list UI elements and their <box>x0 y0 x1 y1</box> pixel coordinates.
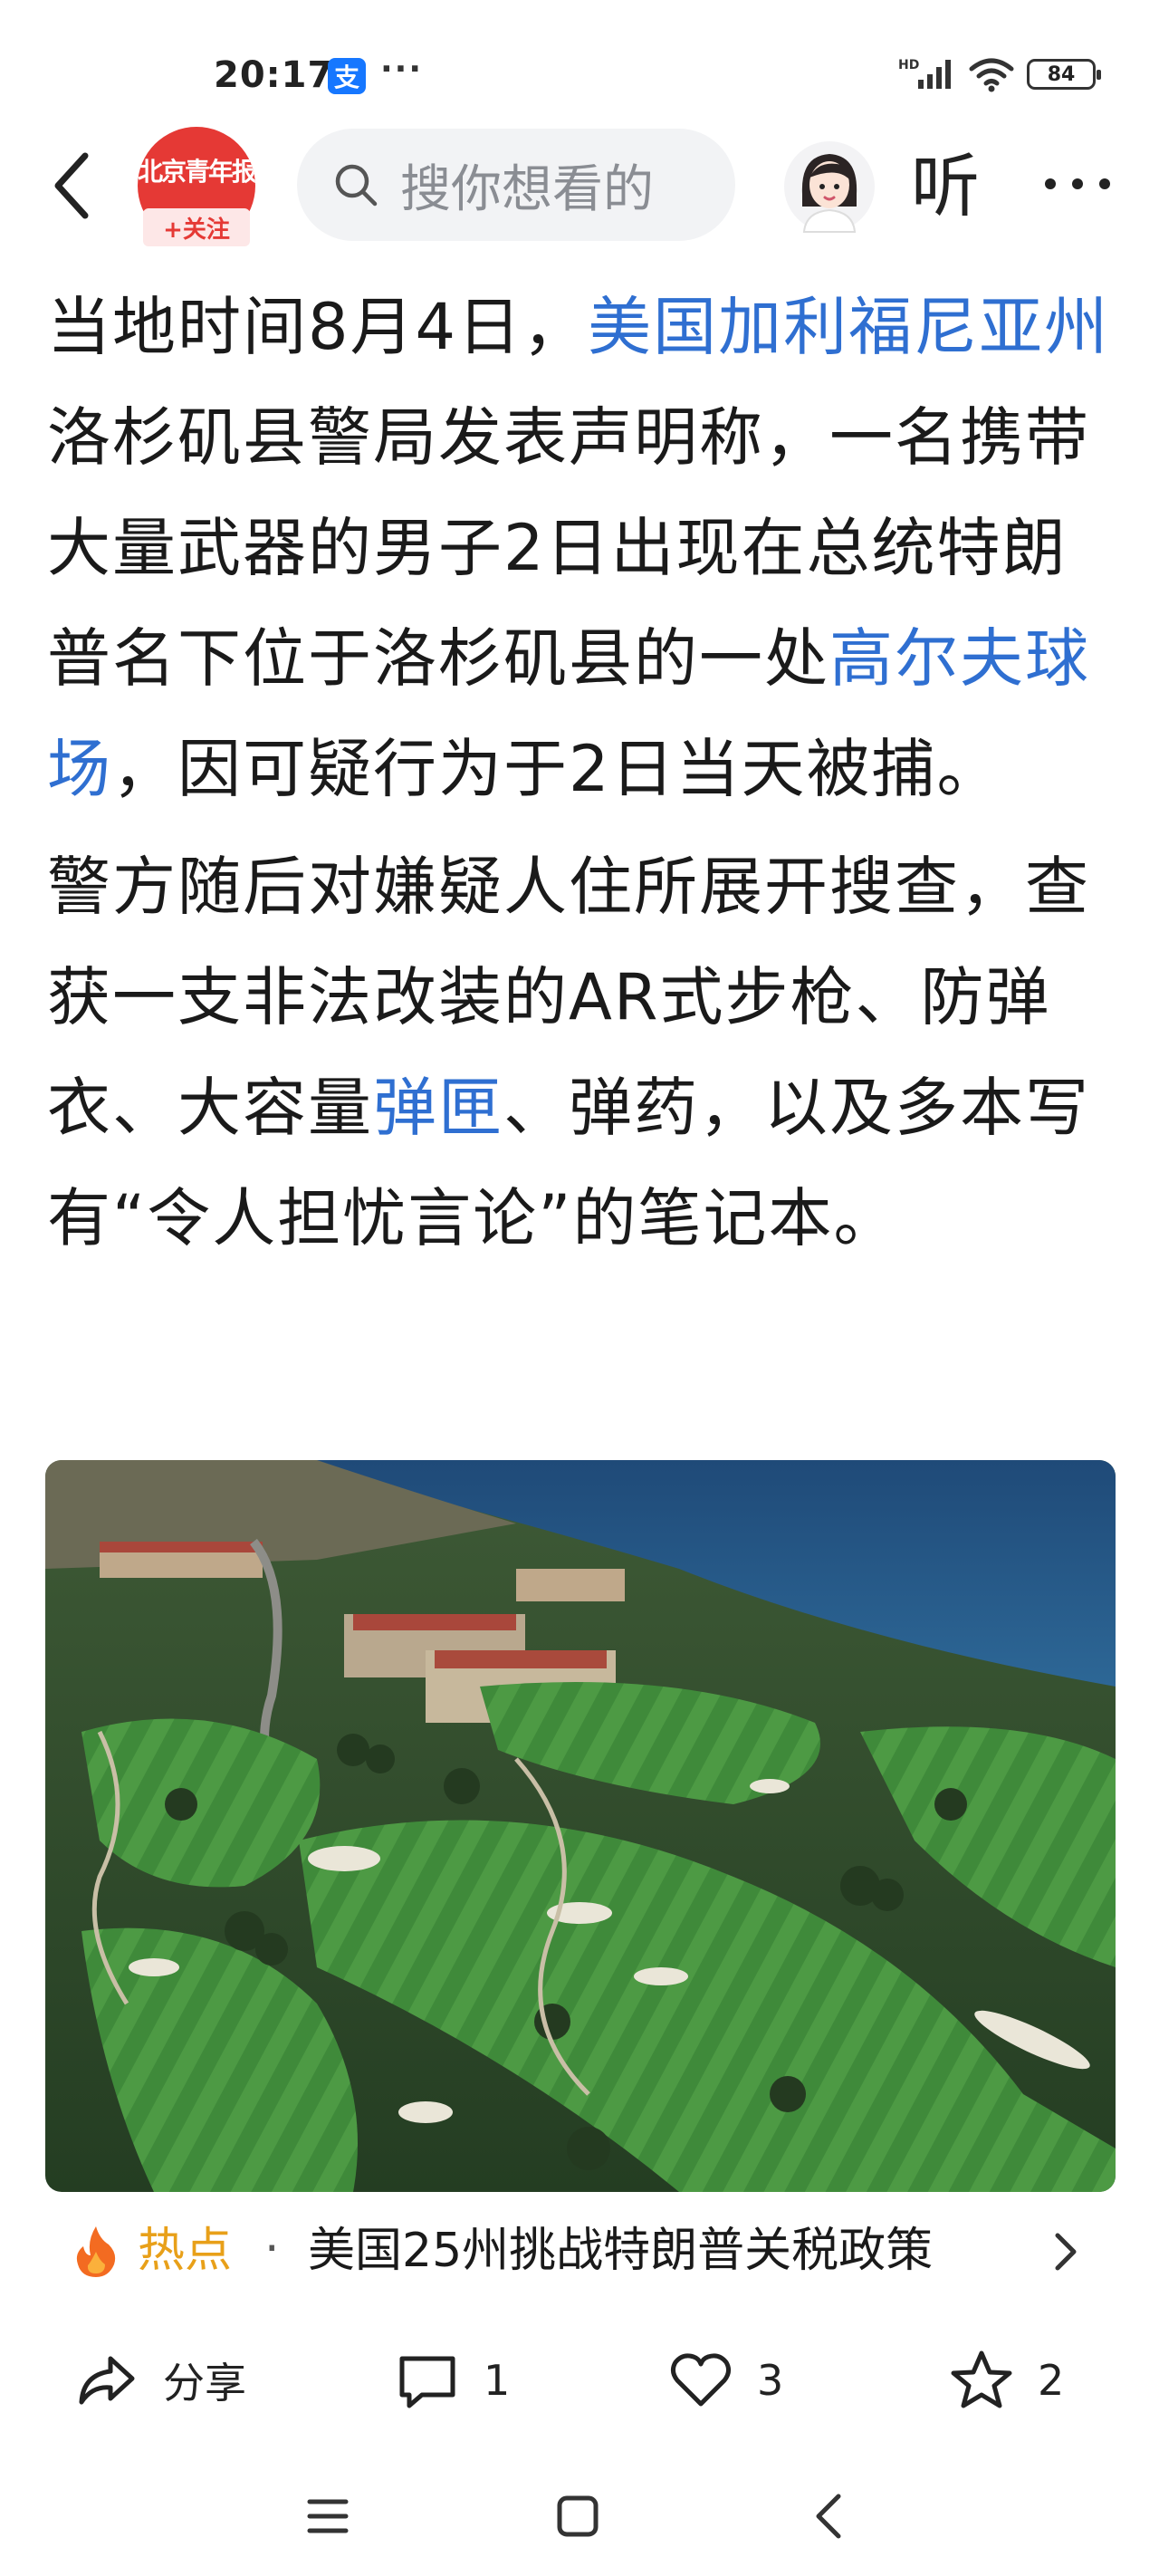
more-notifications-icon: ··· <box>380 51 424 88</box>
signal-icon: HD <box>898 58 951 89</box>
share-icon <box>79 2356 135 2405</box>
action-bar: 分享 1 3 2 <box>0 2331 1159 2431</box>
chevron-right-icon[interactable] <box>1050 2230 1081 2273</box>
listen-button[interactable]: 听 <box>911 139 980 234</box>
hot-topic-title[interactable]: 美国25州挑战特朗普关税政策 <box>308 2223 933 2279</box>
wifi-icon <box>969 58 1014 92</box>
heart-icon <box>670 2353 732 2407</box>
search-placeholder: 搜你想看的 <box>400 159 654 219</box>
back-icon[interactable] <box>43 145 107 226</box>
search-input[interactable]: 搜你想看的 <box>297 129 735 241</box>
like-count: 3 <box>757 2356 784 2405</box>
comment-icon <box>399 2356 455 2408</box>
article-paragraph-2: 警方随后对嫌疑人住所展开搜查，查获一支非法改装的AR式步枪、防弹衣、大容量弹匣、… <box>47 831 1116 1274</box>
menu-icon[interactable] <box>301 2489 355 2543</box>
favorite-button[interactable]: 2 <box>949 2344 1064 2417</box>
star-icon <box>951 2350 1012 2408</box>
share-label: 分享 <box>163 2359 246 2408</box>
hot-topic-bar[interactable]: 热点 · 美国25州挑战特朗普关税政策 <box>0 2201 1159 2301</box>
publisher-logo-text: 北京青年报 <box>138 157 255 187</box>
favorite-count: 2 <box>1038 2356 1065 2405</box>
article-paragraph-1: 当地时间8月4日，美国加利福尼亚州洛杉矶县警局发表声明称，一名携带大量武器的男子… <box>47 272 1116 824</box>
top-navigation: 北京青年报 +关注 搜你想看的 听 <box>0 118 1159 254</box>
user-avatar-icon[interactable] <box>782 139 876 234</box>
back-nav-icon[interactable] <box>804 2489 858 2543</box>
search-icon <box>335 164 378 207</box>
hot-topic-separator: · <box>264 2222 280 2276</box>
more-options-icon[interactable] <box>1039 170 1116 197</box>
text-segment: 当地时间8月4日， <box>47 290 589 364</box>
article-image-golf-course[interactable] <box>45 1460 1116 2192</box>
share-button[interactable]: 分享 <box>74 2344 246 2417</box>
comment-count: 1 <box>484 2356 511 2405</box>
status-bar: 20:17 支 ··· HD 84 <box>0 0 1159 136</box>
link-california[interactable]: 美国加利福尼亚州 <box>588 290 1109 364</box>
system-navigation-bar <box>0 2464 1159 2576</box>
status-icons: HD 84 <box>898 56 1101 92</box>
home-icon[interactable] <box>551 2489 605 2543</box>
comment-button[interactable]: 1 <box>395 2344 510 2417</box>
battery-indicator: 84 <box>1027 59 1101 90</box>
like-button[interactable]: 3 <box>668 2344 783 2417</box>
hot-topic-label: 热点 <box>138 2224 233 2278</box>
follow-button[interactable]: +关注 <box>143 208 250 246</box>
text-segment: ，因可疑行为于2日当天被捕。 <box>112 732 1002 806</box>
alipay-notification-icon: 支 <box>328 58 366 94</box>
status-time: 20:17 <box>214 54 334 96</box>
link-magazine[interactable]: 弹匣 <box>373 1071 503 1145</box>
publisher-avatar[interactable]: 北京青年报 +关注 <box>138 127 255 246</box>
article-body: 当地时间8月4日，美国加利福尼亚州洛杉矶县警局发表声明称，一名携带大量武器的男子… <box>47 272 1116 1274</box>
fire-icon <box>76 2226 116 2277</box>
hd-label: HD <box>898 58 919 72</box>
